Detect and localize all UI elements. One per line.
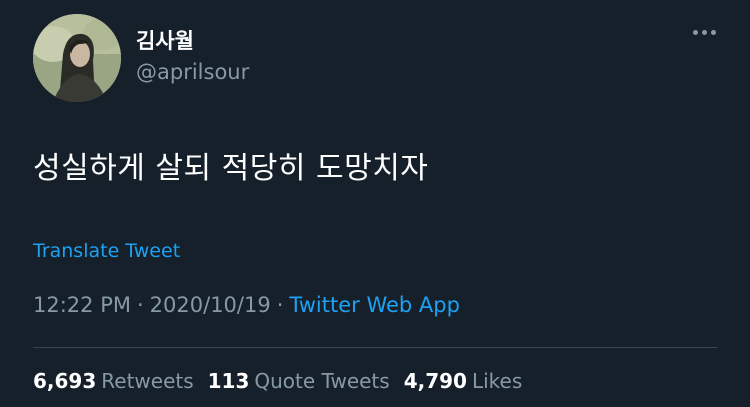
tweet-date[interactable]: 2020/10/19 xyxy=(150,293,271,317)
tweet-text: 성실하게 살되 적당히 도망치자 xyxy=(33,151,429,186)
retweets-count: 6,693 xyxy=(33,369,97,393)
avatar[interactable] xyxy=(33,14,121,102)
retweets-stat[interactable]: 6,693 Retweets xyxy=(33,369,208,393)
meta-separator: · xyxy=(276,293,284,317)
tweet-source-link[interactable]: Twitter Web App xyxy=(289,293,460,317)
translate-tweet-link[interactable]: Translate Tweet xyxy=(33,240,180,262)
tweet-stats: 6,693 Retweets 113 Quote Tweets 4,790 Likes xyxy=(33,369,536,393)
avatar-photo xyxy=(33,14,121,102)
quote-tweets-label: Quote Tweets xyxy=(254,369,390,393)
tweet-time[interactable]: 12:22 PM xyxy=(33,293,131,317)
divider xyxy=(33,347,717,348)
more-horizontal-icon[interactable] xyxy=(693,30,716,35)
more-dot xyxy=(693,30,698,35)
likes-count: 4,790 xyxy=(403,369,467,393)
tweet-detail: 김사월 @aprilsour 성실하게 살되 적당히 도망치자 Translat… xyxy=(0,0,750,407)
retweets-label: Retweets xyxy=(101,369,194,393)
more-dot xyxy=(702,30,707,35)
author-handle[interactable]: @aprilsour xyxy=(136,60,249,84)
more-dot xyxy=(711,30,716,35)
quote-tweets-count: 113 xyxy=(207,369,250,393)
author-display-name[interactable]: 김사월 xyxy=(136,25,194,55)
tweet-meta: 12:22 PM · 2020/10/19 · Twitter Web App xyxy=(33,293,460,317)
likes-label: Likes xyxy=(471,369,523,393)
likes-stat[interactable]: 4,790 Likes xyxy=(404,369,537,393)
quote-tweets-stat[interactable]: 113 Quote Tweets xyxy=(208,369,404,393)
meta-separator: · xyxy=(136,293,144,317)
